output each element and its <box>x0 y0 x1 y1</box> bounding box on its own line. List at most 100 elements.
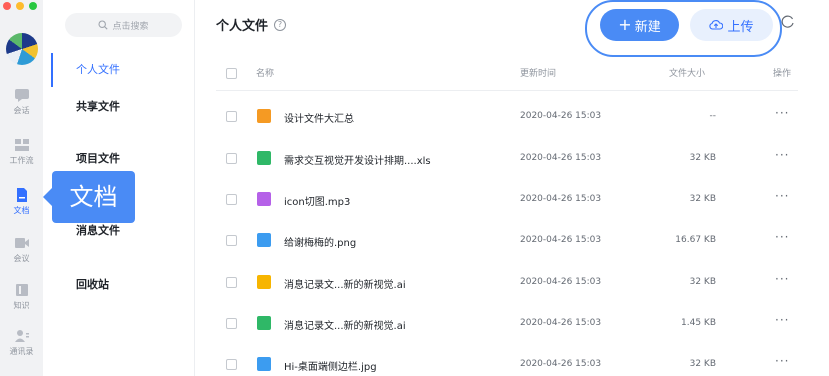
file-name[interactable]: 消息记录文...新的新视觉.ai <box>284 276 406 291</box>
column-header-actions: 操作 <box>773 69 792 79</box>
rail-item-docs[interactable]: 文档 <box>0 188 43 216</box>
row-checkbox[interactable] <box>226 111 237 122</box>
rail-item-label: 会话 <box>13 106 30 115</box>
more-actions-icon[interactable]: ··· <box>775 106 789 120</box>
sidebar-item-recycle-bin[interactable]: 回收站 <box>51 268 195 302</box>
file-size: 1.45 KB <box>681 318 716 328</box>
new-button-label: 新建 <box>634 19 661 35</box>
table-row[interactable]: 需求交互视觉开发设计排期....xls 2020-04-26 15:03 32 KB… <box>216 138 798 179</box>
cloud-upload-icon <box>709 20 724 30</box>
more-actions-icon[interactable]: ··· <box>775 148 789 162</box>
select-all-checkbox[interactable] <box>226 68 237 79</box>
row-checkbox[interactable] <box>226 359 237 370</box>
more-actions-icon[interactable]: ··· <box>775 354 789 368</box>
minimize-window-button[interactable] <box>16 2 24 10</box>
column-header-name[interactable]: 名称 <box>256 66 274 79</box>
search-placeholder: 点击搜索 <box>112 21 149 32</box>
sidebar-item-label: 共享文件 <box>76 100 120 113</box>
more-actions-icon[interactable]: ··· <box>775 230 789 244</box>
refresh-icon[interactable] <box>781 15 795 29</box>
document-icon <box>16 188 27 202</box>
search-icon <box>98 20 109 30</box>
zoom-window-button[interactable] <box>29 2 37 10</box>
folder-icon <box>257 109 271 123</box>
row-checkbox[interactable] <box>226 194 237 205</box>
file-size: -- <box>709 111 717 121</box>
rail-item-chat[interactable]: 会话 <box>0 88 43 116</box>
file-updated-time: 2020-04-26 15:03 <box>520 277 602 287</box>
ai-icon <box>257 275 271 289</box>
search-input[interactable]: 点击搜索 <box>65 13 182 37</box>
sidebar-item-label: 消息文件 <box>76 224 120 237</box>
rail-item-workflow[interactable]: 工作流 <box>0 138 43 166</box>
help-icon[interactable]: ? <box>274 18 287 31</box>
avatar[interactable] <box>6 33 38 65</box>
table-row[interactable]: Hi-桌面端侧边栏.jpg 2020-04-26 15:03 32 KB ··· <box>216 344 798 376</box>
file-updated-time: 2020-04-26 15:03 <box>520 318 602 328</box>
column-header-updated[interactable]: 更新时间 <box>520 66 556 79</box>
file-updated-time: 2020-04-26 15:03 <box>520 194 602 204</box>
file-name[interactable]: 给谢梅梅的.png <box>284 234 356 249</box>
knowledge-icon <box>15 284 28 296</box>
rail-item-label: 文档 <box>13 206 30 215</box>
more-actions-icon[interactable]: ··· <box>775 272 789 286</box>
rail-item-meeting[interactable]: 会议 <box>0 236 43 264</box>
sidebar-item-shared-files[interactable]: 共享文件 <box>51 90 195 124</box>
rail-item-label: 通讯录 <box>9 347 34 356</box>
video-icon <box>14 238 29 248</box>
file-size: 32 KB <box>689 194 716 204</box>
row-checkbox[interactable] <box>226 318 237 329</box>
plus-icon: + <box>618 15 632 34</box>
rail-item-knowledge[interactable]: 知识 <box>0 283 43 311</box>
file-size: 32 KB <box>689 277 716 287</box>
table-row[interactable]: 给谢梅梅的.png 2020-04-26 15:03 16.67 KB ··· <box>216 220 798 261</box>
image-icon <box>257 233 271 247</box>
contacts-icon <box>14 330 29 342</box>
file-updated-time: 2020-04-26 15:03 <box>520 111 602 121</box>
row-checkbox[interactable] <box>226 153 237 164</box>
upload-button[interactable]: 上传 <box>690 9 773 41</box>
window-controls <box>3 2 37 10</box>
docs-tooltip: 文档 <box>43 171 135 223</box>
audio-icon <box>257 192 271 206</box>
file-size: 16.67 KB <box>675 235 716 245</box>
rail-item-label: 知识 <box>13 301 30 310</box>
sidebar-item-label: 个人文件 <box>76 63 120 76</box>
page-title-text: 个人文件 <box>216 19 269 34</box>
page-title: 个人文件 ? <box>216 15 287 34</box>
rail-item-contacts[interactable]: 通讯录 <box>0 329 43 357</box>
new-button[interactable]: + 新建 <box>600 9 679 41</box>
more-actions-icon[interactable]: ··· <box>775 313 789 327</box>
file-size: 32 KB <box>689 359 716 369</box>
file-name[interactable]: Hi-桌面端侧边栏.jpg <box>284 358 377 373</box>
file-name[interactable]: 需求交互视觉开发设计排期....xls <box>284 152 431 167</box>
app-rail: 会话 工作流 文档 会议 知识 通讯录 <box>0 0 43 376</box>
rail-item-label: 会议 <box>13 254 30 263</box>
table-row[interactable]: 设计文件大汇总 2020-04-26 15:03 -- ··· <box>216 96 798 137</box>
table-row[interactable]: icon切图.mp3 2020-04-26 15:03 32 KB ··· <box>216 179 798 220</box>
file-name[interactable]: icon切图.mp3 <box>284 193 350 208</box>
chat-icon <box>14 89 29 102</box>
file-updated-time: 2020-04-26 15:03 <box>520 359 602 369</box>
file-name[interactable]: 消息记录文...新的新视觉.ai <box>284 317 406 332</box>
table-header: 名称 更新时间 文件大小 操作 <box>216 55 798 91</box>
column-header-size[interactable]: 文件大小 <box>669 66 705 79</box>
table-row[interactable]: 消息记录文...新的新视觉.ai 2020-04-26 15:03 32 KB ··· <box>216 262 798 303</box>
workflow-icon <box>14 139 29 151</box>
sidebar-item-personal-files[interactable]: 个人文件 <box>51 53 195 87</box>
rail-item-label: 工作流 <box>9 156 34 165</box>
file-updated-time: 2020-04-26 15:03 <box>520 235 602 245</box>
file-name[interactable]: 设计文件大汇总 <box>284 110 354 125</box>
row-checkbox[interactable] <box>226 277 237 288</box>
table-row[interactable]: 消息记录文...新的新视觉.ai 2020-04-26 15:03 1.45 KB ·… <box>216 303 798 344</box>
file-updated-time: 2020-04-26 15:03 <box>520 153 602 163</box>
image-icon <box>257 357 271 371</box>
main-content: 个人文件 ? + 新建 上传 名称 更新时间 文件大小 操作 设计文件大汇总 20… <box>196 0 829 376</box>
sidebar-item-label: 项目文件 <box>76 152 120 165</box>
excel-icon <box>257 151 271 165</box>
excel-icon <box>257 316 271 330</box>
row-checkbox[interactable] <box>226 235 237 246</box>
close-window-button[interactable] <box>3 2 11 10</box>
upload-button-label: 上传 <box>727 19 754 35</box>
more-actions-icon[interactable]: ··· <box>775 189 789 203</box>
